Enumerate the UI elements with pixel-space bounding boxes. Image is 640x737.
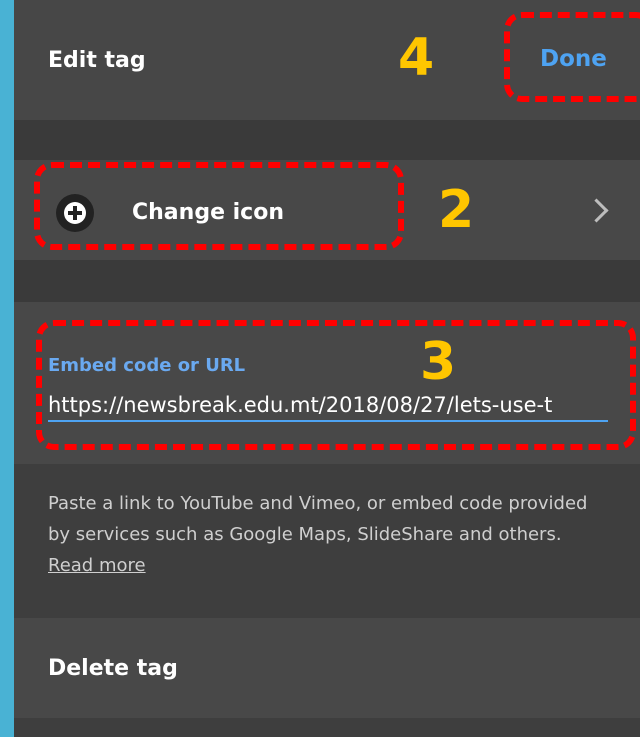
window-edge — [0, 0, 14, 737]
help-text: Paste a link to YouTube and Vimeo, or em… — [48, 488, 608, 581]
page-title: Edit tag — [48, 48, 146, 73]
annotation-number-2: 2 — [438, 180, 475, 240]
help-text-body: Paste a link to YouTube and Vimeo, or em… — [48, 493, 588, 545]
annotation-number-4: 4 — [398, 28, 435, 88]
annotation-box-embed — [36, 320, 636, 450]
read-more-link[interactable]: Read more — [48, 555, 146, 576]
annotation-box-done — [504, 12, 640, 102]
divider — [14, 260, 640, 302]
divider — [14, 120, 640, 160]
annotation-box-change-icon — [34, 162, 404, 250]
delete-tag-button[interactable]: Delete tag — [48, 656, 178, 681]
annotation-number-3: 3 — [420, 332, 457, 392]
